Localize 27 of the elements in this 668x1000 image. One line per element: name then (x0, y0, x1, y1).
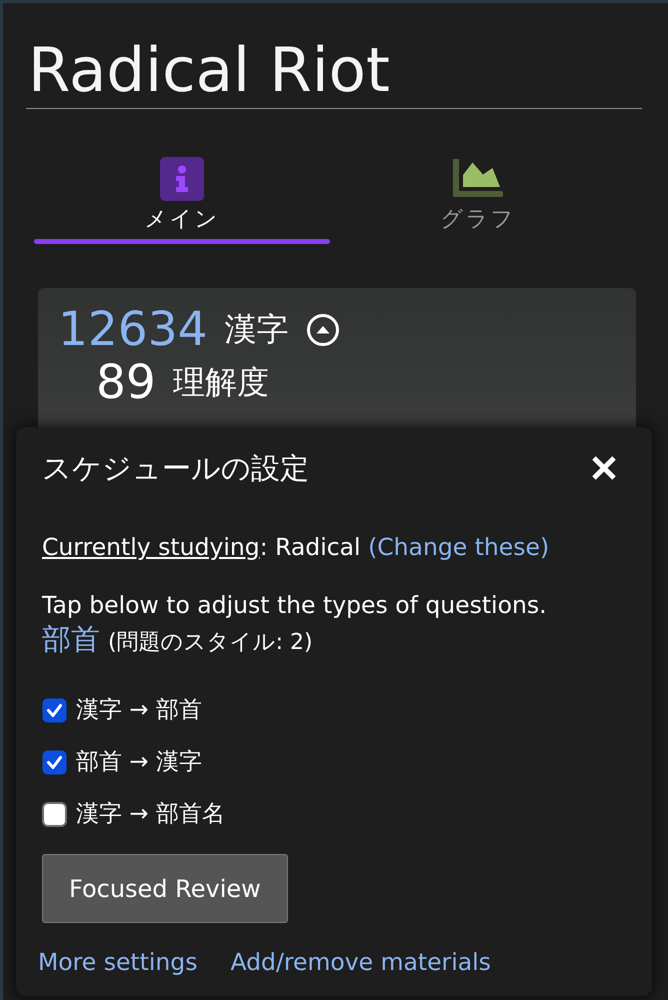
kanji-count: 12634 (58, 303, 208, 356)
checkbox[interactable] (42, 698, 67, 722)
question-count-text: (問題のスタイル: 2) (108, 629, 313, 657)
checkbox[interactable] (42, 802, 67, 826)
count-label: 漢字 (224, 309, 289, 350)
score-number: 89 (96, 356, 156, 409)
info-icon (160, 157, 204, 201)
footer-link[interactable]: Add/remove materials (230, 946, 491, 978)
studying-text: Currently studying: Radical (Change these) (42, 532, 550, 563)
focused-review-button[interactable]: Focused Review (42, 854, 288, 923)
question-type-name: 部首 (42, 622, 100, 656)
footer-link[interactable]: More settings (38, 946, 198, 978)
score-label: 理解度 (172, 362, 269, 403)
instruction-text: Tap below to adjust the types of questions. (42, 590, 547, 621)
checkbox-label[interactable]: 部首 → 漢字 (76, 747, 202, 777)
app-title: Radical Riot (28, 35, 390, 106)
tab[interactable]: グラフ (330, 157, 626, 244)
currently-studying-link[interactable]: Currently studying (42, 533, 260, 561)
tab[interactable]: メイン (34, 157, 330, 244)
up-triangle-circle-icon[interactable] (306, 314, 339, 346)
area-chart-icon (453, 159, 503, 197)
checkbox-label[interactable]: 漢字 → 部首名 (76, 799, 225, 829)
dialog-title: スケジュールの設定 (42, 450, 309, 487)
change-link[interactable]: (Change these) (368, 533, 550, 561)
checkbox-label[interactable]: 漢字 → 部首 (76, 695, 202, 725)
close-icon[interactable] (591, 455, 617, 481)
checkbox[interactable] (42, 750, 67, 774)
